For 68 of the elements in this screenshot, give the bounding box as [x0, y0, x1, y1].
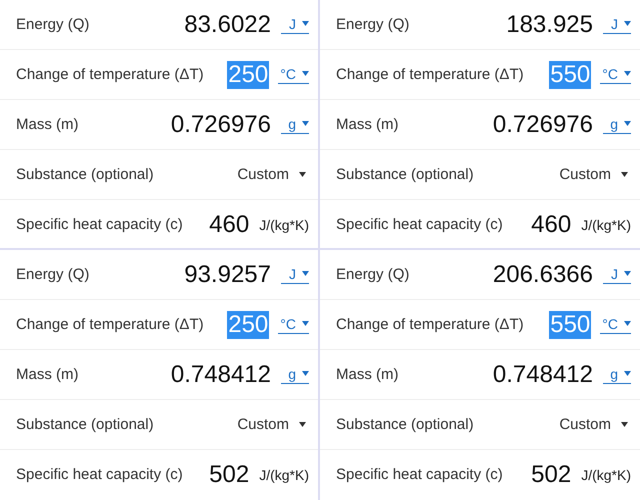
unit-dropdown[interactable]: g — [281, 116, 309, 134]
field-label: Specific heat capacity (c) — [16, 216, 184, 233]
caret-icon — [624, 321, 631, 326]
value-field[interactable]: 93.9257 — [183, 260, 272, 288]
caret-icon — [624, 371, 631, 376]
caret-icon — [299, 172, 306, 177]
substance-dropdown[interactable]: Custom — [559, 166, 631, 183]
unit-dropdown[interactable]: J — [603, 16, 631, 34]
caret-icon — [624, 271, 631, 276]
field-label: Substance (optional) — [336, 166, 475, 183]
field-label: Specific heat capacity (c) — [336, 216, 504, 233]
value-field[interactable]: 460 — [531, 210, 572, 238]
caret-icon — [302, 71, 309, 76]
caret-icon — [302, 21, 309, 26]
field-label: Energy (Q) — [336, 16, 410, 33]
caret-icon — [302, 121, 309, 126]
field-label: Energy (Q) — [16, 266, 90, 283]
value-field[interactable]: 206.6366 — [492, 260, 594, 288]
unit-label: J/(kg*K) — [581, 466, 631, 482]
caret-icon — [302, 371, 309, 376]
value-field[interactable]: 183.925 — [505, 10, 594, 38]
field-label: Substance (optional) — [16, 416, 155, 433]
unit-label: J/(kg*K) — [259, 466, 309, 482]
field-label: Change of temperature (ΔT) — [16, 316, 205, 333]
field-label: Mass (m) — [336, 116, 400, 133]
value-field[interactable]: 502 — [531, 460, 572, 488]
unit-dropdown[interactable]: J — [281, 16, 309, 34]
field-label: Mass (m) — [16, 366, 80, 383]
caret-icon — [621, 422, 628, 427]
value-field[interactable]: 83.6022 — [183, 10, 272, 38]
substance-dropdown[interactable]: Custom — [237, 416, 309, 433]
caret-icon — [624, 121, 631, 126]
field-label: Energy (Q) — [16, 16, 90, 33]
caret-icon — [302, 271, 309, 276]
substance-dropdown[interactable]: Custom — [559, 416, 631, 433]
value-field[interactable]: 0.748412 — [170, 360, 272, 388]
value-field[interactable]: 0.748412 — [492, 360, 594, 388]
substance-dropdown[interactable]: Custom — [237, 166, 309, 183]
unit-dropdown[interactable]: °C — [278, 316, 309, 334]
unit-dropdown[interactable]: J — [281, 266, 309, 284]
field-label: Change of temperature (ΔT) — [16, 66, 205, 83]
unit-label: J/(kg*K) — [259, 216, 309, 232]
value-field[interactable]: 0.726976 — [170, 110, 272, 138]
unit-dropdown[interactable]: g — [603, 116, 631, 134]
unit-dropdown[interactable]: g — [281, 366, 309, 384]
field-label: Change of temperature (ΔT) — [336, 66, 525, 83]
field-label: Substance (optional) — [336, 416, 475, 433]
unit-dropdown[interactable]: J — [603, 266, 631, 284]
caret-icon — [299, 422, 306, 427]
field-label: Specific heat capacity (c) — [336, 466, 504, 483]
unit-dropdown[interactable]: °C — [600, 66, 631, 84]
value-field[interactable]: 502 — [209, 460, 250, 488]
field-label: Substance (optional) — [16, 166, 155, 183]
unit-dropdown[interactable]: °C — [278, 66, 309, 84]
value-field[interactable]: 0.726976 — [492, 110, 594, 138]
field-label: Change of temperature (ΔT) — [336, 316, 525, 333]
value-field[interactable]: 460 — [209, 210, 250, 238]
caret-icon — [624, 71, 631, 76]
field-label: Mass (m) — [16, 116, 80, 133]
field-label: Mass (m) — [336, 366, 400, 383]
caret-icon — [624, 21, 631, 26]
caret-icon — [302, 321, 309, 326]
unit-dropdown[interactable]: °C — [600, 316, 631, 334]
unit-dropdown[interactable]: g — [603, 366, 631, 384]
caret-icon — [621, 172, 628, 177]
field-label: Energy (Q) — [336, 266, 410, 283]
unit-label: J/(kg*K) — [581, 216, 631, 232]
field-label: Specific heat capacity (c) — [16, 466, 184, 483]
